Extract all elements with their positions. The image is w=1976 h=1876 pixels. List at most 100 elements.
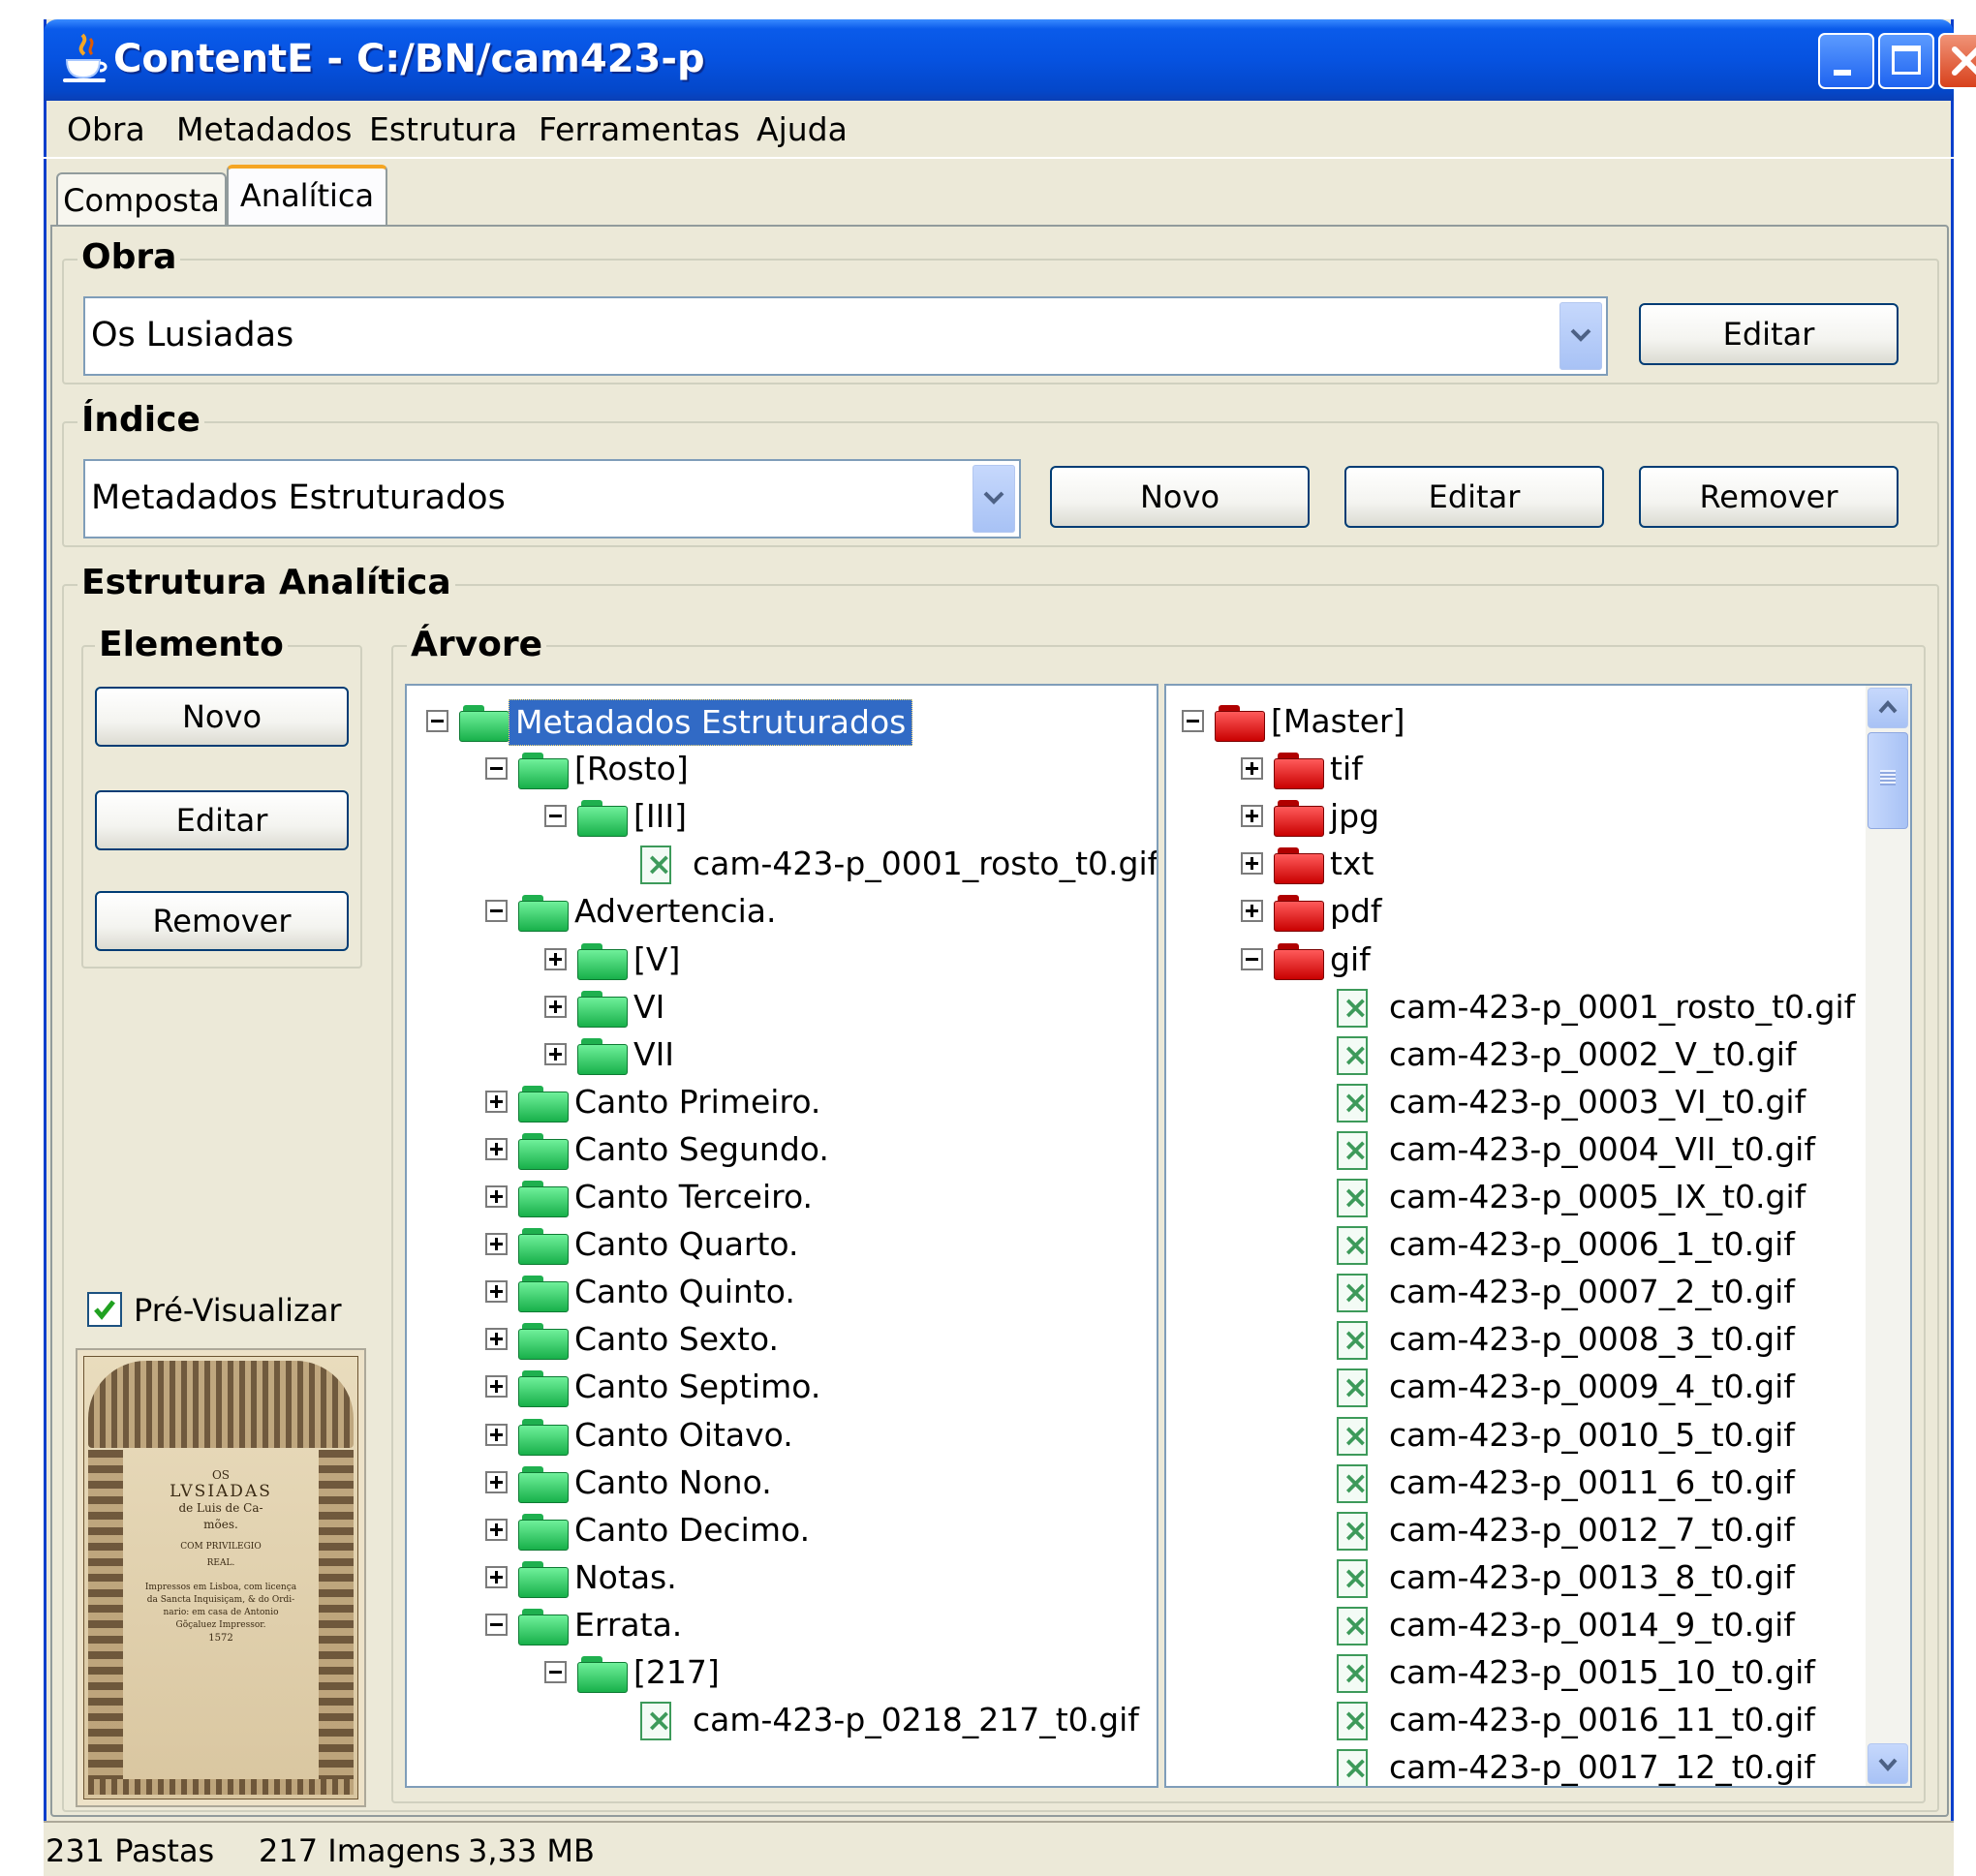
scroll-up-button[interactable] [1868,688,1908,728]
tree-row[interactable]: Canto Primeiro. [407,1080,1157,1124]
minimize-button[interactable] [1818,33,1874,89]
tree-row[interactable]: [217] [407,1650,1157,1695]
obra-edit-button[interactable]: Editar [1639,303,1899,365]
tree-row[interactable]: Canto Segundo. [407,1127,1157,1172]
tree-row[interactable]: Canto Septimo. [407,1365,1157,1409]
indice-remove-button[interactable]: Remover [1639,466,1899,528]
tree-row[interactable]: Canto Nono. [407,1461,1157,1505]
tree-row[interactable]: cam-423-p_0012_7_t0.gif [1166,1508,1910,1553]
tree-row[interactable]: pdf [1166,889,1910,934]
tree-row[interactable]: Canto Oitavo. [407,1413,1157,1458]
tree-row[interactable]: cam-423-p_0003_VI_t0.gif [1166,1080,1910,1124]
menu-obra[interactable]: Obra [67,110,145,148]
menu-estrutura[interactable]: Estrutura [369,110,517,148]
tree-row[interactable]: cam-423-p_0009_4_t0.gif [1166,1365,1910,1409]
tree-row[interactable]: cam-423-p_0001_rosto_t0.gif [1166,985,1910,1030]
tree-row[interactable]: Errata. [407,1603,1157,1647]
expand-icon[interactable] [485,1090,508,1113]
expand-icon[interactable] [485,1518,508,1541]
tree-row[interactable]: Notas. [407,1555,1157,1600]
tree-row[interactable]: cam-423-p_0004_VII_t0.gif [1166,1127,1910,1172]
structure-tree[interactable]: Metadados Estruturados[Rosto][III]cam-42… [405,684,1158,1788]
tree-row[interactable]: Advertencia. [407,889,1157,934]
expand-icon[interactable] [485,1185,508,1208]
tree-row[interactable]: cam-423-p_0016_11_t0.gif [1166,1698,1910,1742]
tree-row[interactable]: Canto Sexto. [407,1317,1157,1362]
files-tree[interactable]: [Master] tif jpg txt pdf gif cam-423-p_0001_ro… [1164,684,1912,1788]
expand-icon[interactable] [485,1565,508,1588]
tree-row[interactable]: tif [1166,747,1910,791]
indice-edit-button[interactable]: Editar [1344,466,1604,528]
tree-row[interactable]: [III] [407,794,1157,839]
collapse-icon[interactable] [1241,947,1263,970]
tree-row[interactable]: cam-423-p_0005_IX_t0.gif [1166,1175,1910,1219]
tree-row[interactable]: cam-423-p_0002_V_t0.gif [1166,1032,1910,1077]
collapse-icon[interactable] [426,710,448,732]
tree-row[interactable]: cam-423-p_0006_1_t0.gif [1166,1222,1910,1267]
tree-row[interactable]: VII [407,1032,1157,1077]
tree-row[interactable]: [V] [407,938,1157,982]
expand-icon[interactable] [485,1280,508,1304]
expand-icon[interactable] [1241,900,1263,923]
vertical-scrollbar[interactable] [1866,686,1910,1786]
tree-row[interactable]: cam-423-p_0007_2_t0.gif [1166,1270,1910,1314]
menu-metadados[interactable]: Metadados [176,110,352,148]
tree-row[interactable]: Canto Terceiro. [407,1175,1157,1219]
collapse-icon[interactable] [485,757,508,781]
expand-icon[interactable] [485,1137,508,1160]
expand-icon[interactable] [544,947,567,970]
tree-row[interactable]: Canto Decimo. [407,1508,1157,1553]
expand-icon[interactable] [485,1233,508,1256]
tab-composta[interactable]: Composta [56,172,227,227]
preview-checkbox[interactable] [87,1292,122,1327]
indice-new-button[interactable]: Novo [1050,466,1310,528]
expand-icon[interactable] [544,995,567,1018]
collapse-icon[interactable] [544,805,567,828]
tree-row[interactable]: Metadados Estruturados [407,699,1157,746]
scroll-down-button[interactable] [1868,1743,1908,1784]
tree-row[interactable]: cam-423-p_0008_3_t0.gif [1166,1317,1910,1362]
collapse-icon[interactable] [1182,710,1204,732]
tree-row[interactable]: jpg [1166,794,1910,839]
expand-icon[interactable] [485,1423,508,1446]
tree-row[interactable]: VI [407,985,1157,1030]
expand-icon[interactable] [485,1375,508,1399]
elemento-new-button[interactable]: Novo [95,687,349,747]
collapse-icon[interactable] [485,900,508,923]
expand-icon[interactable] [544,1042,567,1065]
tree-row[interactable]: cam-423-p_0015_10_t0.gif [1166,1650,1910,1695]
obra-dropdown-button[interactable] [1559,302,1602,370]
expand-icon[interactable] [1241,805,1263,828]
indice-dropdown-button[interactable] [973,465,1015,533]
tree-row[interactable]: cam-423-p_0001_rosto_t0.gif [407,842,1157,886]
tree-row[interactable]: Canto Quarto. [407,1222,1157,1267]
tree-row[interactable]: cam-423-p_0014_9_t0.gif [1166,1603,1910,1647]
title-bar[interactable]: ContentE - C:/BN/cam423-p [44,19,1976,101]
obra-select[interactable]: Os Lusiadas [83,296,1608,376]
expand-icon[interactable] [1241,852,1263,876]
close-button[interactable] [1938,33,1976,89]
expand-icon[interactable] [485,1470,508,1493]
elemento-remove-button[interactable]: Remover [95,891,349,951]
tree-row[interactable]: cam-423-p_0011_6_t0.gif [1166,1461,1910,1505]
tree-row[interactable]: txt [1166,842,1910,886]
collapse-icon[interactable] [485,1613,508,1636]
menu-ferramentas[interactable]: Ferramentas [539,110,740,148]
maximize-button[interactable] [1878,33,1934,89]
tree-row[interactable]: gif [1166,938,1910,982]
tree-row[interactable]: cam-423-p_0010_5_t0.gif [1166,1413,1910,1458]
tree-row[interactable]: Canto Quinto. [407,1270,1157,1314]
tree-row[interactable]: cam-423-p_0013_8_t0.gif [1166,1555,1910,1600]
expand-icon[interactable] [485,1328,508,1351]
menu-ajuda[interactable]: Ajuda [756,110,848,148]
tree-row[interactable]: [Rosto] [407,747,1157,791]
expand-icon[interactable] [1241,757,1263,781]
scroll-thumb[interactable] [1868,732,1908,829]
indice-select[interactable]: Metadados Estruturados [83,459,1021,538]
tree-row[interactable]: cam-423-p_0017_12_t0.gif [1166,1745,1910,1786]
collapse-icon[interactable] [544,1661,567,1683]
elemento-edit-button[interactable]: Editar [95,790,349,850]
tree-row[interactable]: [Master] [1166,699,1910,744]
tab-analitica[interactable]: Analítica [227,165,387,227]
tree-row[interactable]: cam-423-p_0218_217_t0.gif [407,1698,1157,1742]
